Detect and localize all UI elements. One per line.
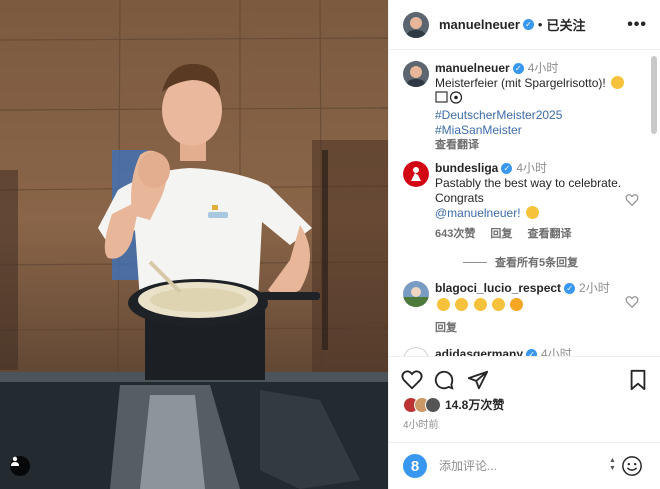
separator-dot: • [537,17,543,32]
clap-icon [473,298,487,311]
clap-icon [492,298,506,311]
more-icon[interactable]: ••• [627,16,647,34]
verified-icon: ✓ [501,163,513,175]
comment-likes[interactable]: 643次赞 [435,228,475,240]
caption-username[interactable]: manuelneuer [435,61,510,75]
comment-time: 2小时 [579,281,610,295]
post-image [0,0,388,489]
post-actions: 14.8万次赞 4小时前 [389,356,660,442]
hashtag-link[interactable]: #DeutscherMeister2025 [435,108,631,123]
likes-count[interactable]: 14.8万次赞 [445,396,504,413]
trophy-football-icon [435,91,463,104]
view-replies-label: 查看所有5条回复 [495,257,579,269]
likes-summary[interactable]: 14.8万次赞 [403,396,504,413]
follow-status-button[interactable]: 已关注 [546,15,585,34]
heart-eyes-icon [510,298,524,311]
scrollbar-thumb[interactable] [651,56,657,134]
heart-icon[interactable] [625,193,639,207]
caption-text: Meisterfeier (mit Spargelrisotto)! [435,76,606,90]
instagram-post-view: manuelneuer ✓ • 已关注 ••• manuelneuer ✓ 4小时 … [0,0,660,489]
comment-time: 4小时 [541,347,572,356]
avatar[interactable] [403,347,429,356]
caption-emojis [435,91,631,108]
scrollbar[interactable] [650,52,658,352]
comment-time: 4小时 [516,161,548,175]
comment-username[interactable]: blagoci_lucio_respect [435,281,561,295]
comment-icon[interactable] [433,369,455,391]
avatar [425,396,441,413]
emoji-icon [525,206,539,219]
avatar[interactable] [403,11,429,38]
post-header: manuelneuer ✓ • 已关注 ••• [389,0,660,50]
mention-link[interactable]: @manuelneuer! [435,206,521,220]
emoji-icon [611,76,625,89]
user-icon[interactable] [10,456,30,476]
resize-arrows-icon[interactable]: ▲ ▼ [609,457,616,473]
post-username[interactable]: manuelneuer [439,17,520,32]
reply-button[interactable]: 回复 [490,228,512,240]
heart-icon[interactable] [625,295,639,309]
comment-username[interactable]: bundesliga [435,161,498,175]
clapping-emojis [435,298,631,313]
avatar[interactable] [403,161,429,187]
hashtag-link[interactable]: #MiaSanMeister [435,123,631,138]
clap-icon [455,298,469,311]
avatar[interactable] [403,61,429,87]
comment-username[interactable]: adidasgermany [435,347,523,356]
share-icon[interactable] [467,369,489,391]
comment-bar: 8 ▲▼ [389,442,660,489]
clap-icon [437,298,450,311]
post-photo[interactable] [0,0,388,489]
comments-list[interactable]: manuelneuer ✓ 4小时 Meisterfeier (mit Sparge… [389,51,651,356]
post-time: 4小时前 [403,420,439,431]
heart-icon[interactable] [401,369,423,391]
emoji-icon[interactable] [621,455,643,477]
verified-icon: ✓ [526,349,538,356]
translate-link[interactable]: 查看翻译 [435,139,479,151]
comment-text: Pastably the best way to celebrate. Cong… [435,176,622,205]
bookmark-icon[interactable] [627,369,649,391]
post-side-panel: manuelneuer ✓ • 已关注 ••• manuelneuer ✓ 4小时 … [388,0,660,489]
verified-icon: ✓ [564,283,576,295]
translate-link[interactable]: 查看翻译 [527,228,571,240]
divider [463,261,487,263]
avatar[interactable] [403,281,429,307]
verified-icon: ✓ [512,63,524,75]
reply-button[interactable]: 回复 [435,322,457,334]
verified-icon: ✓ [522,19,534,30]
caption-time: 4小时 [527,61,559,75]
comment-input[interactable] [439,459,599,473]
badge-8-icon: 8 [403,454,427,478]
view-replies[interactable]: 查看所有5条回复 [463,254,578,270]
